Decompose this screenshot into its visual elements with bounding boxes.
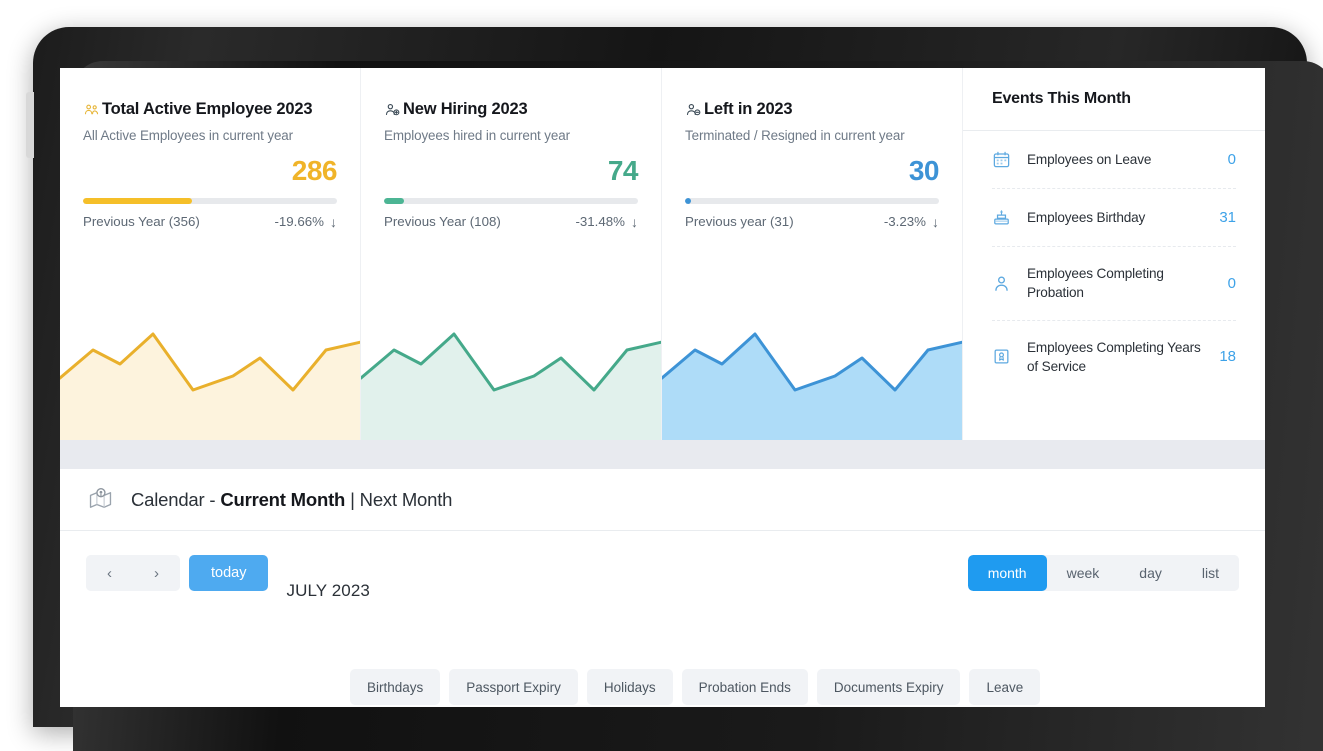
- calendar-view-month[interactable]: month: [967, 555, 1047, 591]
- events-header: Events This Month: [963, 68, 1265, 131]
- sparkline-chart-new-hiring: [361, 332, 661, 440]
- event-label: Employees Completing Probation: [1027, 266, 1164, 301]
- dashboard-screen: Total Active Employee 2023 All Active Em…: [60, 68, 1265, 707]
- kpi-progress-track: [384, 198, 638, 204]
- kpi-previous-year: Previous Year (108): [384, 214, 501, 229]
- legend-chip-leave[interactable]: Leave: [969, 669, 1041, 705]
- calendar-next-button[interactable]: ›: [133, 555, 180, 591]
- people-group-icon: [84, 104, 99, 115]
- kpi-value: 30: [908, 155, 940, 186]
- kpi-delta-value: -19.66%: [274, 214, 324, 229]
- event-label: Employees Birthday: [1027, 209, 1146, 225]
- event-row-employees-birthday[interactable]: Employees Birthday 31: [992, 189, 1236, 247]
- kpi-progress-fill: [685, 198, 692, 204]
- person-icon: [995, 276, 1008, 291]
- kpi-previous-year: Previous Year (356): [83, 214, 200, 229]
- award-badge-icon: [994, 349, 1009, 364]
- person-add-icon: [385, 103, 400, 116]
- event-count: 0: [1227, 151, 1236, 168]
- kpi-header: Left in 2023: [685, 100, 939, 119]
- events-title: Events This Month: [992, 90, 1131, 107]
- calendar-nav-group: ‹ ›: [86, 555, 180, 591]
- arrow-down-icon: ↓: [631, 213, 638, 230]
- legend-chip-documents-expiry[interactable]: Documents Expiry: [816, 669, 961, 705]
- event-count: 31: [1219, 209, 1236, 226]
- kpi-row: Total Active Employee 2023 All Active Em…: [60, 68, 1265, 440]
- kpi-progress-fill: [384, 198, 405, 204]
- kpi-progress-fill: [83, 198, 193, 204]
- calendar-toolbar: ‹ › today JULY 2023 month week day list: [60, 531, 1265, 627]
- calendar-link-next-month[interactable]: Next Month: [360, 489, 453, 510]
- kpi-delta: -31.48% ↓: [575, 214, 638, 229]
- event-row-employees-completing-years-of-service[interactable]: Employees Completing Years of Service 18: [992, 321, 1236, 394]
- kpi-header: New Hiring 2023: [384, 100, 638, 119]
- calendar-today-button[interactable]: today: [189, 555, 269, 591]
- birthday-cake-icon: [994, 209, 1009, 225]
- calendar-title-prefix: Calendar -: [131, 488, 221, 510]
- kpi-title: Left in 2023: [704, 100, 793, 118]
- calendar-link-current-month[interactable]: Current Month: [220, 489, 345, 510]
- device-side-button: [26, 92, 34, 158]
- arrow-down-icon: ↓: [330, 213, 337, 230]
- event-row-employees-on-leave[interactable]: Employees on Leave 0: [992, 131, 1236, 189]
- event-label: Employees on Leave: [1027, 151, 1152, 167]
- event-count: 0: [1227, 274, 1236, 292]
- kpi-delta: -3.23% ↓: [884, 214, 939, 229]
- calendar-month-label: JULY 2023: [286, 581, 370, 600]
- kpi-footer: Previous year (31) -3.23% ↓: [685, 214, 939, 229]
- calendar-view-day[interactable]: day: [1119, 555, 1182, 591]
- kpi-card-new-hiring[interactable]: New Hiring 2023 Employees hired in curre…: [361, 68, 662, 440]
- kpi-delta: -19.66% ↓: [274, 214, 337, 229]
- calendar-title: Calendar - Current Month | Next Month: [131, 489, 452, 511]
- event-label: Employees Completing Years of Service: [1027, 339, 1201, 374]
- calendar-view-list[interactable]: list: [1181, 555, 1239, 591]
- legend-chip-birthdays[interactable]: Birthdays: [350, 669, 441, 705]
- kpi-footer: Previous Year (108) -31.48% ↓: [384, 214, 638, 229]
- sparkline-chart-left: [662, 332, 962, 440]
- calendar-icon: [993, 151, 1010, 168]
- kpi-footer: Previous Year (356) -19.66% ↓: [83, 214, 337, 229]
- calendar-view-week[interactable]: week: [1046, 555, 1120, 591]
- calendar-legend-row: Birthdays Passport Expiry Holidays Proba…: [350, 669, 1041, 705]
- kpi-value: 286: [291, 155, 338, 186]
- kpi-subtitle: Terminated / Resigned in current year: [685, 128, 905, 143]
- kpi-previous-year: Previous year (31): [685, 214, 794, 229]
- kpi-header: Total Active Employee 2023: [83, 100, 337, 119]
- kpi-progress-track: [83, 198, 337, 204]
- kpi-delta-value: -3.23%: [883, 214, 926, 229]
- calendar-view-switcher: month week day list: [967, 555, 1239, 591]
- calendar-prev-button[interactable]: ‹: [86, 555, 133, 591]
- sparkline-chart-total-active: [60, 332, 360, 440]
- event-count: 18: [1219, 348, 1236, 366]
- legend-chip-probation-ends[interactable]: Probation Ends: [681, 669, 808, 705]
- kpi-value: 74: [607, 155, 639, 186]
- person-remove-icon: [686, 103, 701, 116]
- legend-chip-holidays[interactable]: Holidays: [586, 669, 673, 705]
- section-divider: [60, 440, 1265, 469]
- event-row-employees-completing-probation[interactable]: Employees Completing Probation 0: [992, 247, 1236, 321]
- events-this-month-panel: Events This Month Employees on Leave 0 E…: [963, 68, 1265, 440]
- kpi-title: Total Active Employee 2023: [102, 100, 313, 118]
- kpi-title: New Hiring 2023: [403, 100, 528, 118]
- kpi-progress-track: [685, 198, 939, 204]
- kpi-card-total-active[interactable]: Total Active Employee 2023 All Active Em…: [60, 68, 361, 440]
- events-list: Employees on Leave 0 Employees Birthday …: [963, 131, 1265, 440]
- kpi-subtitle: Employees hired in current year: [384, 128, 570, 143]
- kpi-card-left[interactable]: Left in 2023 Terminated / Resigned in cu…: [662, 68, 963, 440]
- calendar-title-bar: Calendar - Current Month | Next Month: [60, 469, 1265, 531]
- map-pin-icon: [89, 488, 112, 508]
- kpi-delta-value: -31.48%: [575, 214, 625, 229]
- legend-chip-passport-expiry[interactable]: Passport Expiry: [449, 669, 578, 705]
- arrow-down-icon: ↓: [932, 213, 939, 230]
- calendar-title-separator: |: [345, 488, 360, 510]
- kpi-subtitle: All Active Employees in current year: [83, 128, 293, 143]
